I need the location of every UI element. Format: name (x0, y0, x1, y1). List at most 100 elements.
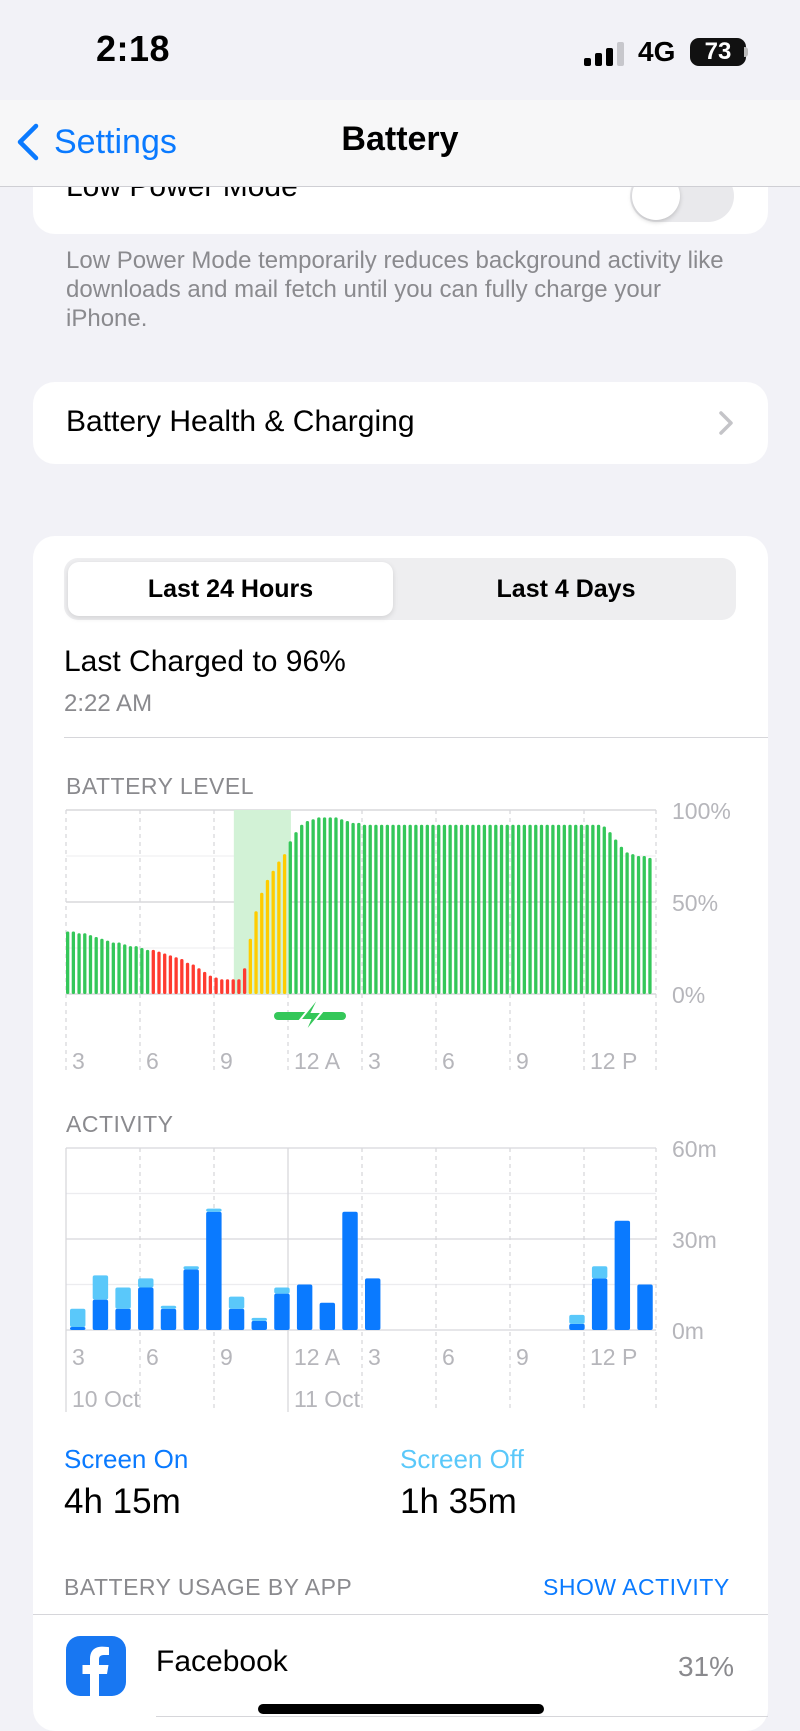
x-axis-label: 3 (72, 1048, 85, 1074)
battery-level-bar (71, 931, 76, 994)
screen-on-bar (138, 1287, 154, 1330)
screen-on-bar (591, 1278, 608, 1330)
screen-off-bar (251, 1317, 267, 1321)
battery-level-bar (454, 824, 458, 994)
battery-level-bar (77, 933, 81, 994)
y-axis-label: 100% (672, 798, 731, 824)
x-axis-label: 6 (442, 1048, 455, 1074)
battery-level-bar (591, 824, 595, 994)
app-name[interactable]: Facebook (156, 1645, 288, 1679)
screen-on-bar (637, 1284, 653, 1330)
battery-level-bar (425, 824, 429, 994)
y-axis-label: 0m (672, 1318, 704, 1344)
battery-level-bar (168, 955, 173, 994)
battery-level-bar (368, 824, 372, 994)
battery-level-bar (511, 824, 515, 994)
battery-level-bar (562, 824, 566, 994)
lightning-bolt-icon (297, 999, 325, 1035)
battery-level-bar (111, 942, 115, 994)
date-label: 11 Oct (294, 1386, 361, 1412)
battery-level-bar (185, 962, 190, 994)
battery-level-bar (83, 933, 87, 994)
battery-level-bar (625, 852, 629, 994)
divider (33, 1614, 768, 1615)
battery-level-bar (225, 979, 230, 994)
battery-level-bar (328, 817, 332, 994)
battery-level-bar (322, 817, 327, 994)
screen-on-bar (92, 1299, 109, 1330)
x-axis-label: 9 (516, 1048, 529, 1074)
screen-off-bar (206, 1208, 222, 1212)
battery-level-bar (105, 940, 110, 994)
screen-off-bar (228, 1296, 245, 1309)
x-axis-label: 3 (72, 1344, 85, 1370)
battery-level-bar (157, 951, 161, 994)
battery-level-bar (180, 959, 184, 994)
screen-on-bar (183, 1269, 199, 1330)
facebook-icon (66, 1636, 126, 1696)
battery-level-bar (248, 938, 252, 994)
x-axis-label: 6 (146, 1048, 159, 1074)
battery-level-bar (602, 826, 606, 994)
battery-level-bar (568, 824, 572, 994)
divider (156, 1716, 768, 1717)
screen-off-bar (569, 1314, 585, 1324)
show-activity-button[interactable]: SHOW ACTIVITY (543, 1574, 730, 1601)
battery-level-bar (431, 824, 435, 994)
screen-off-bar (92, 1275, 109, 1300)
battery-level-bar (608, 832, 612, 994)
x-axis-label: 6 (146, 1344, 159, 1370)
battery-level-bar (465, 824, 469, 994)
battery-level-heading: BATTERY LEVEL (66, 773, 254, 799)
battery-level-bar (88, 935, 93, 994)
battery-level-bar (551, 824, 555, 994)
screen-off-value: 1h 35m (400, 1482, 517, 1521)
battery-level-bar (145, 949, 150, 994)
battery-level-bar (128, 946, 133, 994)
x-axis-label: 9 (220, 1344, 233, 1370)
date-label: 10 Oct (72, 1386, 140, 1412)
battery-level-bar (123, 944, 127, 994)
battery-level-bar (208, 975, 213, 994)
battery-level-bar (419, 824, 424, 994)
battery-level-bar (379, 824, 384, 994)
screen-on-label: Screen On (64, 1444, 189, 1474)
battery-level-bar (636, 856, 641, 994)
battery-level-bar (414, 824, 418, 994)
battery-level-bar (351, 822, 355, 994)
x-axis-label: 12 A (294, 1048, 341, 1074)
battery-level-bar (288, 841, 292, 994)
screen-on-bar (251, 1320, 267, 1330)
screen-off-bar (115, 1287, 131, 1309)
home-indicator (258, 1704, 544, 1714)
battery-level-bar (203, 971, 207, 994)
battery-level-bar (214, 977, 218, 994)
battery-level-bar (294, 832, 298, 994)
battery-level-bar (374, 824, 378, 994)
x-axis-label: 3 (368, 1048, 381, 1074)
battery-level-bar (300, 824, 304, 994)
battery-level-bar (499, 824, 504, 994)
x-axis-label: 9 (516, 1344, 529, 1370)
battery-level-bar (242, 968, 247, 994)
battery-level-bar (231, 979, 235, 994)
battery-level-bar (522, 824, 527, 994)
battery-level-bar (545, 824, 549, 994)
screen-off-bar (274, 1287, 290, 1294)
screen-on-bar (296, 1284, 313, 1330)
battery-level-bar (397, 824, 401, 994)
battery-level-bar (317, 817, 321, 994)
battery-level-bar (516, 824, 521, 994)
battery-level-bar (362, 824, 367, 994)
screen-on-bar (569, 1323, 585, 1330)
battery-level-bar (277, 861, 281, 994)
app-usage-percent: 31% (677, 1651, 734, 1682)
screen-off-bar (591, 1266, 608, 1279)
screen-on-bar (274, 1293, 290, 1330)
battery-level-bar (614, 839, 618, 994)
y-axis-label: 0% (672, 982, 705, 1008)
battery-level-bar (271, 870, 275, 994)
battery-level-bar (357, 822, 361, 994)
x-axis-label: 12 A (294, 1344, 341, 1370)
battery-level-bar (340, 819, 344, 994)
